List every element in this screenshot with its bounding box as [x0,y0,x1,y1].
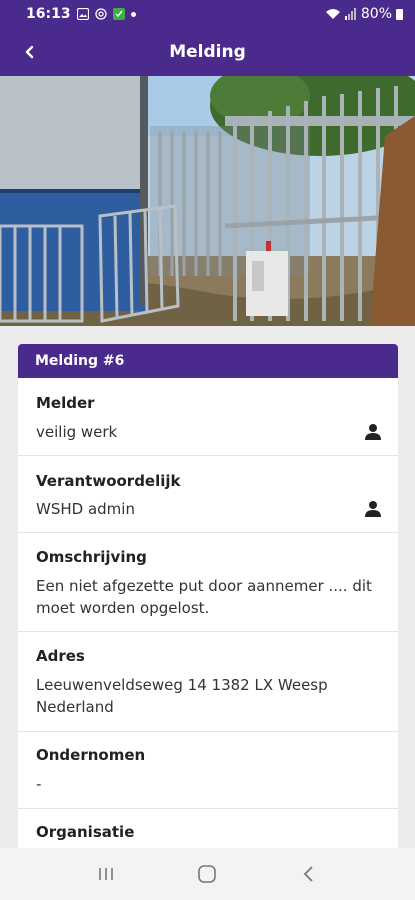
back-button[interactable] [14,36,46,68]
report-card-title: Melding #6 [18,344,398,378]
chevron-left-icon [303,866,313,882]
field-label: Omschrijving [36,548,147,566]
field-omschrijving: Omschrijving Een niet afgezette put door… [18,533,398,632]
app-notification-icon [112,8,125,20]
signal-icon [344,8,357,20]
status-time: 16:13 [26,6,71,22]
field-label: Ondernomen [36,746,146,764]
home-icon [198,865,217,883]
field-verantwoordelijk: Verantwoordelijk WSHD admin [18,456,398,533]
battery-percentage: 80% [360,6,392,22]
field-label: Melder [36,394,95,412]
app-bar: Melding [0,28,415,76]
report-card: Melding #6 Melder veilig werk Verantwoor… [18,344,398,854]
system-back-button[interactable] [289,854,329,894]
arrow-left-icon [25,45,34,59]
at-sign-icon [94,8,107,20]
home-button[interactable] [187,854,227,894]
field-value-line: moet worden opgelost. [36,599,210,617]
field-value: - [36,775,42,793]
person-icon[interactable] [364,500,382,518]
person-icon[interactable] [364,423,382,441]
field-label: Adres [36,647,85,665]
field-melder: Melder veilig werk [18,378,398,456]
field-value-line: Leeuwenveldseweg 14 1382 LX Weesp [36,676,328,694]
page-title: Melding [169,42,246,62]
gallery-icon [76,8,89,20]
field-label: Organisatie [36,823,135,841]
incident-photo [0,76,415,326]
status-bar: 16:13 80% [0,0,415,28]
field-value: veilig werk [36,423,118,441]
field-label: Verantwoordelijk [36,472,181,490]
system-nav-bar [0,848,415,900]
field-value-line: Een niet afgezette put door aannemer ...… [36,577,372,595]
field-value: WSHD admin [36,500,135,518]
field-ondernomen: Ondernomen - [18,732,398,809]
battery-icon [396,8,403,20]
recent-apps-button[interactable] [86,854,126,894]
field-value-line: Nederland [36,698,114,716]
more-notifications-dot-icon [130,11,136,17]
recent-apps-icon [99,868,113,880]
field-adres: Adres Leeuwenveldseweg 14 1382 LX Weesp … [18,632,398,732]
wifi-icon [325,8,341,20]
